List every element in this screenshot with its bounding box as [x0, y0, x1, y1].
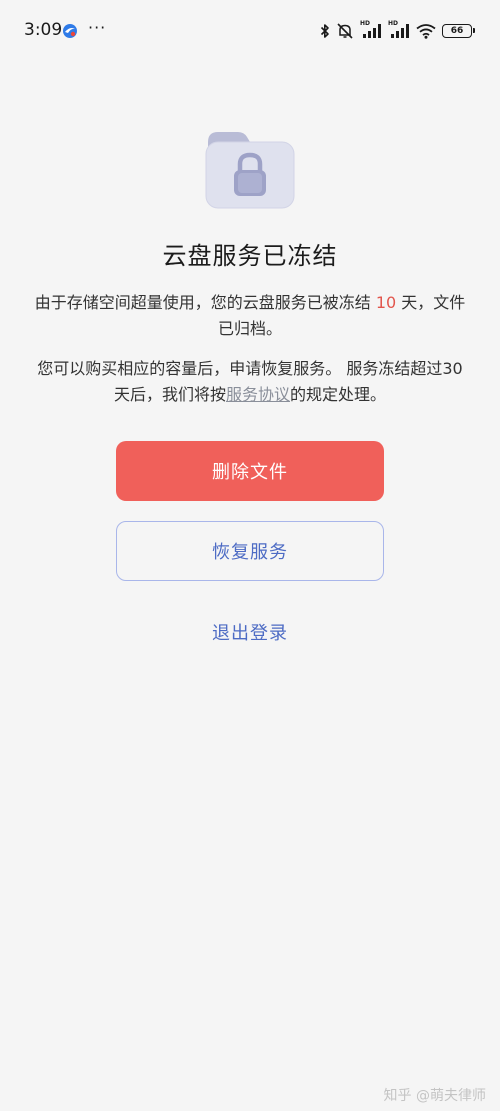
- mute-vibrate-icon: [337, 23, 353, 39]
- restore-description: 您可以购买相应的容量后，申请恢复服务。 服务冻结超过30天后，我们将按服务协议的…: [30, 356, 470, 408]
- freeze-description-text: 由于存储空间超量使用，您的云盘服务已被冻结: [34, 293, 371, 312]
- status-bar: 3:09 ··· HD HD 66: [0, 0, 500, 64]
- bluetooth-icon: [320, 24, 329, 38]
- battery-level: 66: [450, 26, 464, 36]
- delete-files-button[interactable]: 删除文件: [116, 441, 384, 501]
- hd-signal-icon: HD: [388, 20, 410, 39]
- locked-folder-icon: [205, 132, 295, 209]
- wifi-icon: [416, 24, 436, 39]
- service-agreement-link[interactable]: 服务协议: [226, 385, 290, 404]
- browser-app-icon: [63, 24, 77, 38]
- status-time: 3:09: [24, 20, 63, 40]
- hd-signal-icon: HD: [360, 20, 382, 39]
- more-notifications-icon: ···: [88, 18, 107, 37]
- frozen-days-count: 10: [375, 293, 397, 312]
- watermark: 知乎 @萌夫律师: [383, 1088, 486, 1104]
- battery-icon: 66: [442, 24, 475, 38]
- logout-link[interactable]: 退出登录: [0, 619, 500, 645]
- freeze-description: 由于存储空间超量使用，您的云盘服务已被冻结 10 天，文件已归档。: [30, 290, 470, 342]
- page-title: 云盘服务已冻结: [162, 242, 338, 270]
- status-icons: HD HD 66: [320, 20, 475, 42]
- restore-service-button[interactable]: 恢复服务: [116, 521, 384, 581]
- restore-description-suffix: 的规定处理。: [290, 385, 387, 404]
